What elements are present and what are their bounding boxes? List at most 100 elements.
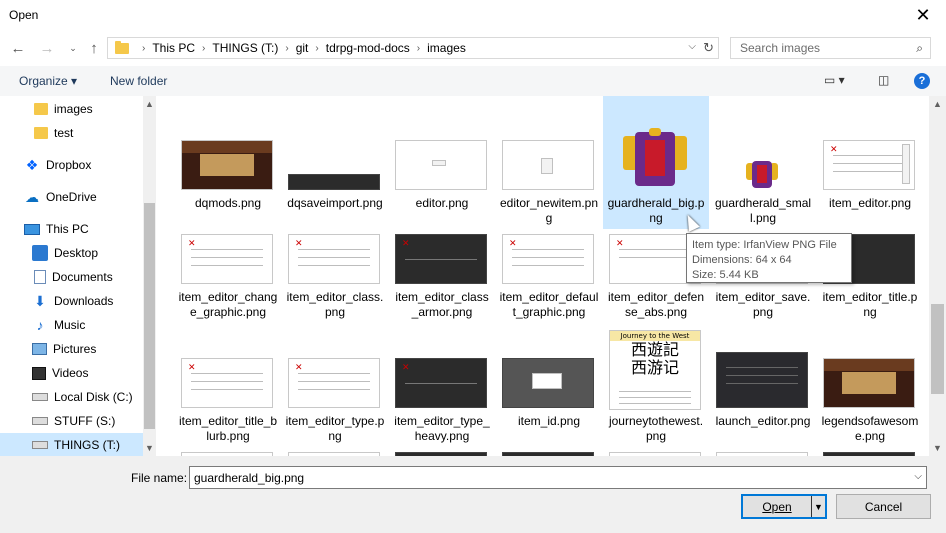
file-item[interactable]: ✕ item_editor_title_blurb.png bbox=[175, 328, 281, 456]
file-item[interactable]: item_id.png bbox=[496, 328, 602, 456]
file-name: item_editor_class.png bbox=[286, 290, 384, 319]
chevron-right-icon[interactable]: › bbox=[195, 43, 212, 54]
open-dropdown-icon[interactable]: ▼ bbox=[811, 496, 825, 517]
sidebar-item-documents[interactable]: Documents bbox=[0, 265, 143, 289]
breadcrumb-images[interactable]: images bbox=[427, 41, 466, 55]
sidebar-item-stuff-s[interactable]: STUFF (S:) bbox=[0, 409, 143, 433]
file-item[interactable]: dqmods.png bbox=[175, 96, 281, 229]
breadcrumb-git[interactable]: git bbox=[296, 41, 309, 55]
armor-thumbnail bbox=[623, 126, 687, 190]
sidebar-item-local-disk-c[interactable]: Local Disk (C:) bbox=[0, 385, 143, 409]
cloud-icon: ☁ bbox=[25, 188, 39, 205]
chevron-right-icon[interactable]: › bbox=[278, 43, 295, 54]
file-thumbnail: ✕ bbox=[181, 358, 273, 408]
open-button[interactable]: Open ▼ bbox=[741, 494, 827, 519]
file-name: editor_newitem.png bbox=[499, 196, 599, 225]
sidebar-item-onedrive[interactable]: ☁ OneDrive bbox=[0, 185, 143, 209]
scroll-down-icon[interactable]: ▼ bbox=[145, 443, 154, 453]
file-item[interactable]: legendsofawesome.png bbox=[817, 328, 923, 456]
file-item[interactable]: guardherald_small.png bbox=[710, 96, 816, 229]
forward-arrow-icon[interactable]: → bbox=[38, 39, 56, 57]
file-item[interactable]: editor.png bbox=[389, 96, 495, 229]
file-thumbnail bbox=[395, 140, 487, 190]
sidebar-item-things-t[interactable]: THINGS (T:) bbox=[0, 433, 143, 456]
chevron-right-icon[interactable]: › bbox=[308, 43, 325, 54]
search-input[interactable]: Search images ⌕ bbox=[730, 37, 931, 59]
file-item[interactable]: Journey to the West 西遊記 西游记 journeytothe… bbox=[603, 328, 709, 456]
sidebar-scrollbar[interactable]: ▲ ▼ bbox=[143, 96, 156, 456]
file-thumbnail: ✕ bbox=[288, 358, 380, 408]
toolbar: Organize ▾ New folder ▭ ▾ ◫ bbox=[0, 66, 946, 96]
address-bar[interactable]: › This PC › THINGS (T:) › git › tdrpg-mo… bbox=[107, 37, 719, 59]
sidebar-item-dropbox[interactable]: ❖ Dropbox bbox=[0, 153, 143, 177]
sidebar-item-videos[interactable]: Videos bbox=[0, 361, 143, 385]
file-thumbnail: Journey to the West 西遊記 西游记 bbox=[609, 330, 701, 410]
sidebar-item-label: OneDrive bbox=[46, 190, 97, 204]
file-item[interactable]: ✕ item_editor_type_heavy.png bbox=[389, 328, 495, 456]
sidebar-item-label: Music bbox=[54, 318, 86, 332]
file-name-label: File name: bbox=[131, 471, 188, 485]
file-thumbnail bbox=[823, 358, 915, 408]
file-name: guardherald_small.png bbox=[714, 196, 812, 225]
sidebar-item-test[interactable]: test bbox=[0, 121, 143, 145]
file-item[interactable]: launch_editor.png bbox=[710, 328, 816, 456]
file-item-selected[interactable]: guardherald_big.png bbox=[603, 96, 709, 229]
sidebar-item-label: Desktop bbox=[54, 246, 99, 260]
chevron-down-icon[interactable]: ⌄ bbox=[64, 39, 82, 57]
sidebar-item-images[interactable]: images bbox=[0, 97, 143, 121]
chevron-down-icon[interactable]: ⌵ bbox=[914, 471, 922, 482]
back-arrow-icon[interactable]: ← bbox=[9, 39, 27, 57]
scrollbar-thumb[interactable] bbox=[931, 304, 944, 394]
file-name: item_editor_class_armor.png bbox=[395, 290, 489, 319]
file-name-field[interactable]: guardherald_big.png ⌵ bbox=[189, 466, 927, 489]
preview-pane-icon[interactable]: ◫ bbox=[878, 73, 889, 87]
breadcrumb-this-pc[interactable]: This PC bbox=[152, 41, 195, 55]
scrollbar-thumb[interactable] bbox=[144, 203, 155, 429]
organize-menu[interactable]: Organize ▾ bbox=[19, 74, 77, 88]
file-thumbnail bbox=[502, 140, 594, 190]
file-thumbnail bbox=[288, 174, 380, 190]
chevron-right-icon[interactable]: › bbox=[410, 43, 427, 54]
breadcrumb-things-drive[interactable]: THINGS (T:) bbox=[212, 41, 278, 55]
sidebar-item-pictures[interactable]: Pictures bbox=[0, 337, 143, 361]
new-folder-button[interactable]: New folder bbox=[110, 74, 167, 88]
file-item[interactable]: editor_newitem.png bbox=[496, 96, 602, 229]
file-list-scrollbar[interactable]: ▲ ▼ bbox=[929, 96, 946, 456]
file-thumbnail bbox=[181, 140, 273, 190]
sidebar-item-music[interactable]: ♪ Music bbox=[0, 313, 143, 337]
scroll-up-icon[interactable]: ▲ bbox=[145, 99, 154, 109]
file-thumbnail bbox=[716, 352, 808, 408]
file-thumbnail: ✕ bbox=[395, 358, 487, 408]
pictures-icon bbox=[32, 343, 47, 355]
close-icon[interactable]: ✕ bbox=[900, 0, 946, 31]
refresh-icon[interactable]: ↻ bbox=[703, 40, 714, 56]
chevron-right-icon[interactable]: › bbox=[135, 43, 152, 54]
file-thumbnail: ✕ bbox=[395, 234, 487, 284]
file-item[interactable]: dqsaveimport.png bbox=[282, 96, 388, 229]
chevron-down-icon[interactable]: ⌵ bbox=[688, 41, 696, 52]
sidebar-item-downloads[interactable]: ⬇ Downloads bbox=[0, 289, 143, 313]
file-item[interactable]: ✕ item_editor_type.png bbox=[282, 328, 388, 456]
sidebar-item-this-pc[interactable]: This PC bbox=[0, 217, 143, 241]
tooltip-dimensions: Dimensions: 64 x 64 bbox=[692, 254, 792, 266]
breadcrumb-tdrpg-mod-docs[interactable]: tdrpg-mod-docs bbox=[326, 41, 410, 55]
file-item[interactable]: ✕ item_editor.png bbox=[817, 96, 923, 229]
drive-icon bbox=[32, 417, 48, 425]
open-button-label[interactable]: Open bbox=[743, 496, 811, 517]
up-arrow-icon[interactable]: ↑ bbox=[85, 39, 103, 57]
scroll-down-icon[interactable]: ▼ bbox=[933, 443, 942, 453]
scroll-up-icon[interactable]: ▲ bbox=[933, 99, 942, 109]
help-icon[interactable]: ? bbox=[914, 73, 930, 89]
file-name: launch_editor.png bbox=[715, 414, 811, 428]
sidebar-item-label: Pictures bbox=[53, 342, 97, 356]
thumbnail-text: 西游记 bbox=[630, 358, 679, 377]
armor-thumbnail bbox=[746, 158, 778, 190]
view-options-icon[interactable]: ▭ ▾ bbox=[824, 73, 845, 87]
dropbox-icon: ❖ bbox=[25, 156, 39, 173]
sidebar-item-label: STUFF (S:) bbox=[54, 414, 116, 428]
file-name: dqmods.png bbox=[194, 196, 262, 210]
file-name: item_editor_change_graphic.png bbox=[178, 290, 278, 319]
search-placeholder: Search images bbox=[740, 41, 821, 55]
sidebar-item-desktop[interactable]: Desktop bbox=[0, 241, 143, 265]
cancel-button[interactable]: Cancel bbox=[836, 494, 931, 519]
